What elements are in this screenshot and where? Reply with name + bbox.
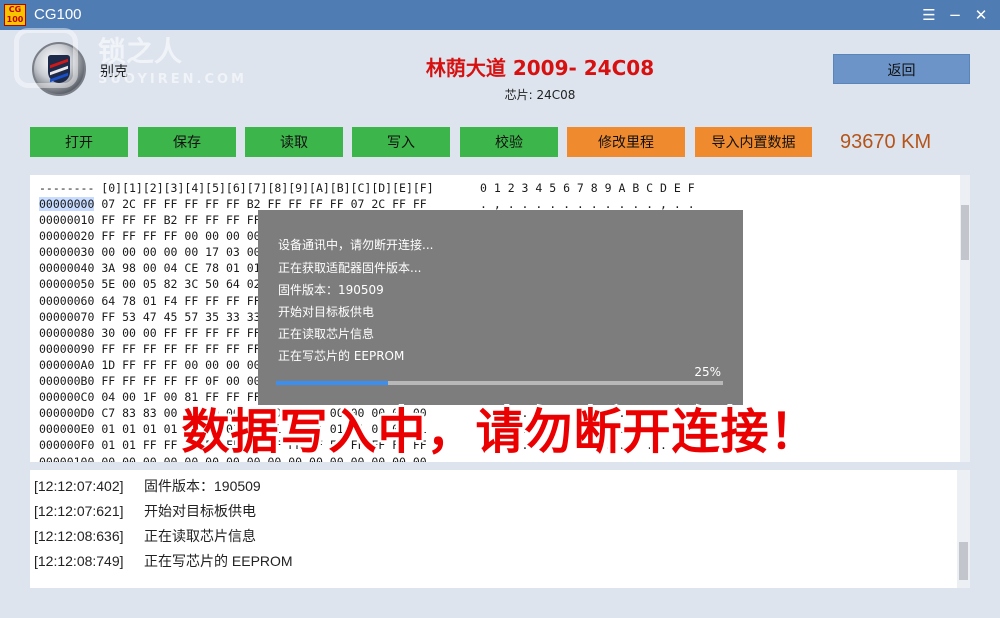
dialog-line: 正在获取适配器固件版本... (278, 261, 422, 275)
log-entry: [12:12:08:636] 正在读取芯片信息 (34, 526, 256, 546)
log-timestamp: [12:12:08:749] (34, 553, 124, 569)
progress-bar (276, 381, 723, 385)
hex-address: 000000B0 (39, 374, 95, 389)
title-bar: CG 100 CG100 ☰ − ✕ (0, 0, 1000, 30)
hex-bytes: 07 2C FF FF FF FF FF B2 FF FF FF FF 07 2… (94, 197, 427, 211)
hex-bytes: 30 00 00 FF FF FF FF FF (94, 325, 261, 340)
buick-logo-icon (32, 42, 86, 96)
hex-address: 00000000 (39, 197, 95, 211)
verify-button[interactable]: 校验 (460, 127, 558, 157)
close-icon[interactable]: ✕ (970, 4, 992, 26)
log-message: 固件版本：190509 (144, 478, 261, 494)
brand-name: 别克 (100, 64, 128, 80)
hex-column-header: -------- [0][1][2][3][4][5][6][7][8][9][… (39, 181, 434, 195)
hex-address: 00000040 (39, 261, 95, 276)
log-message: 开始对目标板供电 (144, 503, 256, 519)
menu-icon[interactable]: ☰ (918, 4, 940, 26)
hex-address: 00000020 (39, 229, 95, 244)
progress-bar-fill (276, 381, 388, 385)
read-button[interactable]: 读取 (245, 127, 343, 157)
back-button[interactable]: 返回 (833, 54, 970, 84)
hex-bytes: FF 53 47 45 57 35 33 33 (94, 309, 261, 324)
dialog-line: 正在写芯片的 EEPROM (278, 349, 405, 363)
app-logo: CG 100 (4, 4, 26, 26)
log-timestamp: [12:12:07:621] (34, 503, 124, 519)
hex-bytes: 00 00 00 00 00 17 03 00 (94, 245, 261, 260)
chip-label: 芯片: 24C08 (504, 88, 576, 102)
write-warning-banner: 数据写入中，请勿断开连接！ (181, 404, 819, 460)
log-entry: [12:12:07:402] 固件版本：190509 (34, 476, 261, 496)
hex-address: 00000080 (39, 325, 95, 340)
log-scrollbar[interactable] (957, 470, 970, 588)
hex-bytes: FF FF FF FF FF 0F 00 00 (94, 374, 261, 389)
window-title: CG100 (34, 6, 82, 23)
hex-scrollbar-thumb[interactable] (961, 205, 969, 260)
progress-percent: 25% (694, 365, 721, 379)
log-timestamp: [12:12:07:402] (34, 478, 124, 494)
dialog-line: 固件版本：190509 (278, 283, 384, 297)
hex-address: 00000010 (39, 213, 95, 228)
log-scrollbar-thumb[interactable] (959, 542, 968, 580)
hex-address: 000000A0 (39, 357, 95, 372)
hex-bytes: FF FF FF FF 00 00 00 00 (94, 229, 261, 244)
hex-bytes: FF FF FF FF FF FF FF FF (94, 341, 261, 356)
log-entry: [12:12:08:749] 正在写芯片的 EEPROM (34, 551, 293, 571)
hex-address: 00000030 (39, 245, 95, 260)
dialog-line: 正在读取芯片信息 (278, 327, 375, 341)
minimize-icon[interactable]: − (944, 4, 966, 26)
hex-address: 00000050 (39, 277, 95, 292)
hex-bytes: FF FF FF B2 FF FF FF FF (94, 213, 261, 228)
import-data-button[interactable]: 导入内置数据 (695, 127, 812, 157)
log-panel[interactable]: [12:12:07:402] 固件版本：190509 [12:12:07:621]… (30, 470, 970, 588)
save-button[interactable]: 保存 (138, 127, 236, 157)
log-message: 正在读取芯片信息 (144, 528, 256, 544)
log-entry: [12:12:07:621] 开始对目标板供电 (34, 501, 256, 521)
hex-bytes: 64 78 01 F4 FF FF FF FF (94, 293, 261, 308)
hex-address: 00000090 (39, 341, 95, 356)
log-timestamp: [12:12:08:636] (34, 528, 124, 544)
hex-address: 00000060 (39, 293, 95, 308)
hex-bytes: 3A 98 00 04 CE 78 01 01 (94, 261, 261, 276)
edit-mileage-button[interactable]: 修改里程 (567, 127, 685, 157)
vehicle-model-title: 林荫大道 2009- 24C08 (425, 56, 655, 80)
mileage-readout: 93670 KM (840, 131, 932, 153)
hex-bytes: 1D FF FF FF 00 00 00 00 (94, 357, 261, 372)
write-button[interactable]: 写入 (352, 127, 450, 157)
hex-bytes: 5E 00 05 82 3C 50 64 02 (94, 277, 261, 292)
ascii-column-header: 0 1 2 3 4 5 6 7 8 9 A B C D E F (480, 181, 695, 195)
log-message: 正在写芯片的 EEPROM (144, 553, 293, 569)
progress-dialog: 设备通讯中，请勿断开连接... 正在获取适配器固件版本... 固件版本：1905… (258, 210, 743, 405)
dialog-line: 开始对目标板供电 (278, 305, 375, 319)
hex-address: 00000070 (39, 309, 95, 324)
open-button[interactable]: 打开 (30, 127, 128, 157)
dialog-line: 设备通讯中，请勿断开连接... (278, 238, 434, 252)
